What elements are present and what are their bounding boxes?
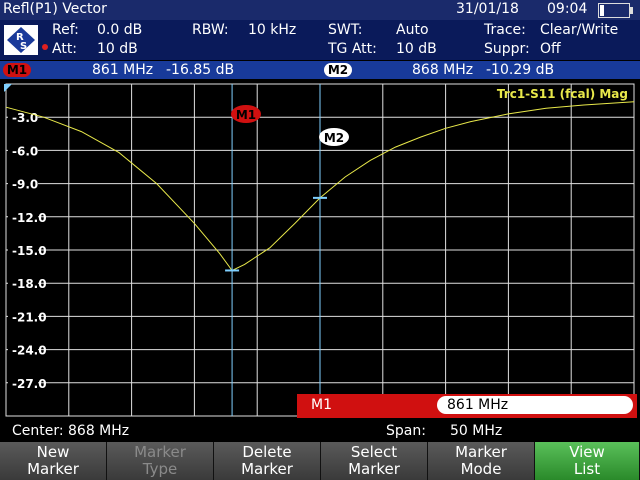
marker2-frequency: 868 MHz	[412, 62, 474, 78]
rbw-label: RBW:	[192, 22, 229, 38]
rohde-schwarz-logo-icon: R S	[4, 25, 38, 55]
marker2-tag-label: M2	[324, 131, 344, 145]
y-tick-label: -24.0	[12, 344, 47, 358]
y-tick-label: -12.0	[12, 211, 47, 225]
ref-label: Ref:	[52, 22, 79, 38]
att-value: 10 dB	[97, 41, 138, 57]
marker1-badge[interactable]: M1	[3, 63, 31, 77]
span-label: Span:	[386, 423, 426, 439]
y-tick-label: -27.0	[12, 377, 47, 391]
battery-icon	[598, 3, 633, 18]
marker-ticks	[225, 196, 327, 272]
marker2-level: -10.29 dB	[486, 62, 555, 78]
delete-marker-line2: Marker	[241, 460, 293, 478]
y-tick-label: -3.0	[12, 111, 38, 125]
y-tick-label: -9.0	[12, 178, 38, 192]
tg-att-value: 10 dB	[396, 41, 437, 57]
swt-value: Auto	[396, 22, 429, 38]
delete-marker-line1: Delete	[242, 443, 292, 461]
status-bar: Center: 868 MHz Span: 50 MHz	[0, 421, 640, 441]
suppr-label: Suppr:	[484, 41, 530, 57]
suppr-value: Off	[540, 41, 561, 57]
select-marker-line2: Marker	[348, 460, 400, 478]
trace-value: Clear/Write	[540, 22, 619, 38]
marker1-frequency: 861 MHz	[92, 62, 154, 78]
marker-mode-line2: Mode	[460, 460, 502, 478]
y-tick-label: -18.0	[12, 277, 47, 291]
ref-value: 0.0 dB	[97, 22, 143, 38]
new-marker-line2: Marker	[27, 460, 79, 478]
marker-type-line2: Type	[142, 460, 178, 478]
tg-att-label: TG Att:	[328, 41, 377, 57]
view-list-line1: View	[569, 443, 605, 461]
y-tick-label: -15.0	[12, 244, 47, 258]
reflection-chart[interactable]: -3.0 -6.0 -9.0 -12.0 -15.0 -18.0 -21.0 -24.0 -27…	[0, 80, 640, 420]
marker1-tag-label: M1	[236, 108, 256, 122]
select-marker-button[interactable]: Select Marker	[321, 442, 428, 480]
marker-frequency-input[interactable]: 861 MHz	[437, 396, 633, 414]
view-list-line2: List	[573, 460, 601, 478]
center-value[interactable]: 868 MHz	[68, 423, 129, 439]
att-label: Att:	[52, 41, 78, 57]
y-tick-label: -6.0	[12, 144, 38, 158]
marker2-tag[interactable]: M2	[319, 128, 349, 146]
marker-mode-line1: Marker	[455, 443, 507, 461]
window-title: Refl(P1) Vector	[3, 1, 107, 17]
marker-entry-label: M1	[311, 397, 332, 413]
softkey-bar: New Marker Marker Type Delete Marker Sel…	[0, 442, 640, 480]
settings-panel: R S Ref: 0.0 dB Att: 10 dB RBW: 10 kHz S…	[0, 20, 640, 60]
rbw-value: 10 kHz	[248, 22, 297, 38]
status-dot-icon	[42, 44, 48, 50]
new-marker-line1: New	[36, 443, 70, 461]
marker-type-button[interactable]: Marker Type	[107, 442, 214, 480]
time-display: 09:04	[547, 1, 588, 17]
y-tick-label: -21.0	[12, 310, 47, 324]
svg-text:S: S	[20, 41, 27, 52]
marker1-tag[interactable]: M1	[231, 105, 261, 123]
trace-label: Trc1-S11 (fcal) Mag	[497, 87, 628, 101]
marker-frequency-value: 861 MHz	[447, 397, 509, 413]
swt-label: SWT:	[328, 22, 363, 38]
marker-mode-button[interactable]: Marker Mode	[428, 442, 535, 480]
marker-entry-field[interactable]: M1 861 MHz	[297, 394, 637, 418]
corner-indicator-icon	[4, 84, 12, 92]
center-label: Center:	[12, 423, 64, 439]
delete-marker-button[interactable]: Delete Marker	[214, 442, 321, 480]
marker1-level: -16.85 dB	[166, 62, 235, 78]
trace-label: Trace:	[484, 22, 526, 38]
view-list-button[interactable]: View List	[535, 442, 640, 480]
date-display: 31/01/18	[456, 1, 519, 17]
y-axis-ticks: -3.0 -6.0 -9.0 -12.0 -15.0 -18.0 -21.0 -24.0 -27…	[8, 110, 47, 391]
new-marker-button[interactable]: New Marker	[0, 442, 107, 480]
marker2-badge[interactable]: M2	[324, 63, 352, 77]
marker-type-line1: Marker	[134, 443, 186, 461]
span-value[interactable]: 50 MHz	[450, 423, 502, 439]
select-marker-line1: Select	[350, 443, 398, 461]
marker-readout-bar: M1 861 MHz -16.85 dB M2 868 MHz -10.29 d…	[0, 61, 640, 79]
